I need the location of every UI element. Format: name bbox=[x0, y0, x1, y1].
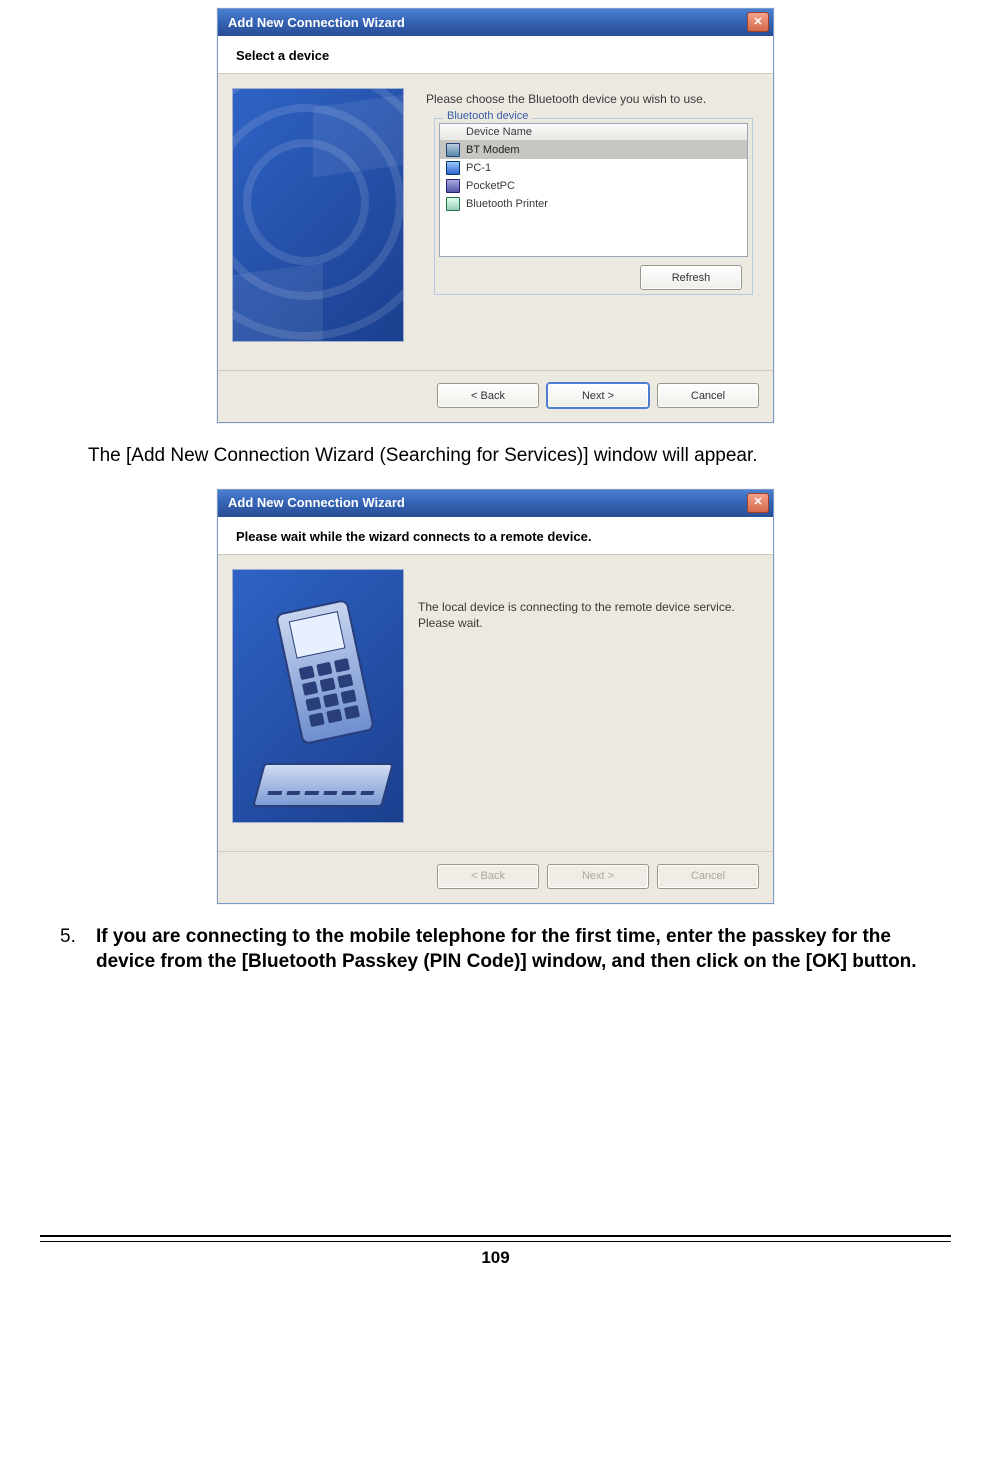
close-icon: ✕ bbox=[753, 497, 762, 508]
list-item-label: BT Modem bbox=[466, 144, 520, 156]
wizard-content: Please choose the Bluetooth device you w… bbox=[418, 88, 759, 358]
wizard-content: The local device is connecting to the re… bbox=[418, 569, 759, 839]
close-icon: ✕ bbox=[753, 17, 762, 28]
titlebar: Add New Connection Wizard ✕ bbox=[218, 9, 773, 36]
window-title: Add New Connection Wizard bbox=[228, 15, 405, 30]
back-button: < Back bbox=[437, 864, 539, 889]
list-item-pc-1[interactable]: PC-1 bbox=[440, 159, 747, 177]
back-label: < Back bbox=[471, 390, 505, 402]
wizard-side-image bbox=[232, 88, 404, 342]
next-button: Next > bbox=[547, 864, 649, 889]
cancel-label: Cancel bbox=[691, 390, 725, 402]
step-text: If you are connecting to the mobile tele… bbox=[96, 924, 951, 975]
wizard-heading: Select a device bbox=[236, 48, 329, 63]
caption-text: The [Add New Connection Wizard (Searchin… bbox=[88, 443, 951, 469]
page-number: 109 bbox=[481, 1248, 509, 1267]
wizard-body: The local device is connecting to the re… bbox=[218, 555, 773, 839]
pc-icon bbox=[446, 161, 460, 175]
wizard-footer: < Back Next > Cancel bbox=[218, 370, 773, 422]
wizard-side-image bbox=[232, 569, 404, 823]
status-line-2: Please wait. bbox=[418, 615, 759, 632]
page-footer: 109 bbox=[40, 1235, 951, 1268]
step-number: 5. bbox=[60, 924, 82, 975]
device-listbox[interactable]: Device Name BT Modem PC-1 PocketPC bbox=[439, 123, 748, 257]
step-5: 5. If you are connecting to the mobile t… bbox=[60, 924, 951, 975]
list-item-bt-printer[interactable]: Bluetooth Printer bbox=[440, 195, 747, 213]
phone-icon bbox=[446, 143, 460, 157]
status-text: The local device is connecting to the re… bbox=[418, 599, 759, 633]
status-line-1: The local device is connecting to the re… bbox=[418, 599, 759, 616]
pda-icon bbox=[446, 179, 460, 193]
next-label: Next > bbox=[582, 390, 614, 402]
device-groupbox: Bluetooth device Device Name BT Modem PC… bbox=[434, 118, 753, 295]
column-device-name: Device Name bbox=[466, 126, 532, 138]
titlebar: Add New Connection Wizard ✕ bbox=[218, 490, 773, 517]
cancel-button: Cancel bbox=[657, 864, 759, 889]
wizard-footer: < Back Next > Cancel bbox=[218, 851, 773, 903]
wizard-banner: Select a device bbox=[218, 36, 773, 74]
list-item-label: PC-1 bbox=[466, 162, 491, 174]
back-label: < Back bbox=[471, 870, 505, 882]
instruction-text: Please choose the Bluetooth device you w… bbox=[426, 92, 759, 106]
close-button[interactable]: ✕ bbox=[747, 493, 769, 513]
list-item-label: PocketPC bbox=[466, 180, 515, 192]
next-button[interactable]: Next > bbox=[547, 383, 649, 408]
back-button[interactable]: < Back bbox=[437, 383, 539, 408]
printer-icon bbox=[446, 197, 460, 211]
dialog-connecting: Add New Connection Wizard ✕ Please wait … bbox=[217, 489, 774, 904]
dialog-select-device: Add New Connection Wizard ✕ Select a dev… bbox=[217, 8, 774, 423]
wizard-heading: Please wait while the wizard connects to… bbox=[236, 529, 591, 544]
wizard-body: Please choose the Bluetooth device you w… bbox=[218, 74, 773, 358]
cancel-label: Cancel bbox=[691, 870, 725, 882]
wizard-banner: Please wait while the wizard connects to… bbox=[218, 517, 773, 555]
list-item-pocketpc[interactable]: PocketPC bbox=[440, 177, 747, 195]
cancel-button[interactable]: Cancel bbox=[657, 383, 759, 408]
refresh-label: Refresh bbox=[672, 272, 711, 284]
close-button[interactable]: ✕ bbox=[747, 12, 769, 32]
list-item-bt-modem[interactable]: BT Modem bbox=[440, 141, 747, 159]
groupbox-label: Bluetooth device bbox=[443, 110, 532, 122]
window-title: Add New Connection Wizard bbox=[228, 495, 405, 510]
list-item-label: Bluetooth Printer bbox=[466, 198, 548, 210]
list-column-header: Device Name bbox=[440, 124, 747, 141]
next-label: Next > bbox=[582, 870, 614, 882]
refresh-button[interactable]: Refresh bbox=[640, 265, 742, 290]
